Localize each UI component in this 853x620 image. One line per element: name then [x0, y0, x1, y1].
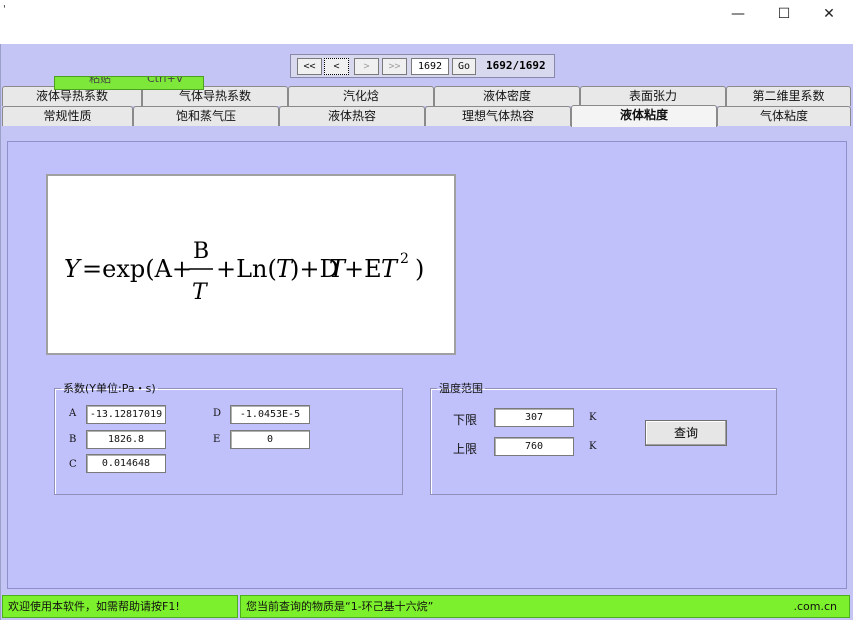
- upper-limit-unit: K: [589, 441, 597, 452]
- coef-c-field[interactable]: 0.014648: [86, 454, 166, 473]
- coef-b-field[interactable]: 1826.8: [86, 430, 166, 449]
- go-button[interactable]: Go: [452, 58, 476, 75]
- coefficients-legend: 系数(Y单位:Pa・s): [63, 382, 156, 395]
- coef-e-label: E: [213, 434, 221, 445]
- app-icon: ': [3, 4, 6, 15]
- lower-limit-unit: K: [589, 412, 597, 423]
- tab-gas-viscosity[interactable]: 气体粘度: [717, 106, 851, 126]
- coef-d-label: D: [213, 408, 222, 419]
- status-substance-text: 您当前查询的物质是“1-环己基十六烷”: [246, 600, 434, 613]
- formula-denominator: T: [192, 280, 209, 305]
- formula-exp: =exp(A+: [82, 255, 192, 283]
- coef-a-label: A: [69, 408, 77, 419]
- record-count: 1692/1692: [486, 59, 546, 72]
- coef-d-field[interactable]: -1.0453E-5: [230, 405, 310, 424]
- coef-b-label: B: [69, 434, 77, 445]
- upper-limit-field[interactable]: 760: [494, 437, 574, 456]
- coef-e-field[interactable]: 0: [230, 430, 310, 449]
- temperature-legend: 温度范围: [439, 382, 483, 395]
- tab-ideal-gas-heat-capacity[interactable]: 理想气体热容: [425, 106, 571, 126]
- context-menu-item: 粘贴: [89, 76, 111, 85]
- formula-e: +E: [344, 255, 382, 283]
- tab-saturated-vapor-pressure[interactable]: 饱和蒸气压: [133, 106, 279, 126]
- maximize-button[interactable]: ☐: [761, 2, 807, 28]
- status-current-substance: 您当前查询的物质是“1-环己基十六烷” .com.cn: [240, 595, 850, 618]
- title-bar: ' — ☐ ✕: [0, 0, 853, 44]
- tab-general-properties[interactable]: 常规性质: [2, 106, 133, 126]
- status-website: .com.cn: [793, 600, 837, 613]
- last-record-button[interactable]: >>: [382, 58, 407, 75]
- coef-a-field[interactable]: -13.12817019: [86, 405, 166, 424]
- formula-exponent: 2: [400, 251, 409, 267]
- formula-t3: T: [381, 255, 399, 283]
- lower-limit-label: 下限: [453, 413, 478, 427]
- context-menu-paste[interactable]: 粘贴 Ctrl+V: [54, 76, 204, 90]
- record-number-input[interactable]: 1692: [411, 58, 449, 75]
- formula-end: ): [415, 255, 424, 283]
- formula-numerator: B: [193, 239, 209, 264]
- formula-y: Y: [64, 255, 82, 283]
- formula-ln: +Ln(: [216, 255, 277, 283]
- tab-second-virial-coefficient[interactable]: 第二维里系数: [726, 86, 851, 106]
- minimize-button[interactable]: —: [715, 2, 761, 28]
- context-menu-shortcut: Ctrl+V: [147, 76, 184, 85]
- query-button[interactable]: 查询: [645, 420, 727, 446]
- upper-limit-label: 上限: [453, 442, 478, 456]
- coef-c-label: C: [69, 459, 77, 470]
- tab-surface-tension[interactable]: 表面张力: [580, 86, 726, 106]
- first-record-button[interactable]: <<: [297, 58, 322, 75]
- record-navigator: << < > >> 1692 Go 1692/1692: [290, 54, 555, 78]
- tab-liquid-viscosity[interactable]: 液体粘度: [571, 105, 717, 127]
- formula-image: Y =exp(A+ B T +Ln( T )+D T +E T 2 ): [64, 239, 424, 305]
- formula-box: Y =exp(A+ B T +Ln( T )+D T +E T 2 ): [46, 174, 456, 355]
- prev-record-button[interactable]: <: [324, 58, 349, 75]
- status-welcome: 欢迎使用本软件，如需帮助请按F1!: [2, 595, 238, 618]
- tab-liquid-density[interactable]: 液体密度: [434, 86, 580, 106]
- next-record-button[interactable]: >: [354, 58, 379, 75]
- tab-liquid-heat-capacity[interactable]: 液体热容: [279, 106, 425, 126]
- tab-vaporization-enthalpy[interactable]: 汽化焓: [288, 86, 434, 106]
- close-button[interactable]: ✕: [806, 2, 852, 28]
- lower-limit-field[interactable]: 307: [494, 408, 574, 427]
